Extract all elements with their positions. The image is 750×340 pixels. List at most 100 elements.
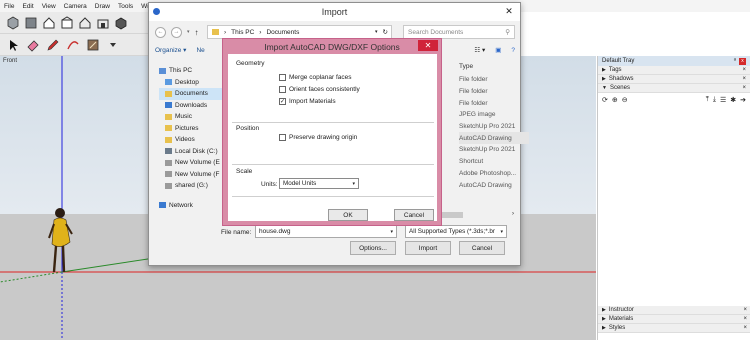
- view-options-icon[interactable]: ☰: [720, 96, 726, 104]
- history-dropdown-icon[interactable]: ▾: [375, 29, 378, 35]
- preview-pane-icon[interactable]: ▣: [495, 46, 501, 54]
- panel-scenes[interactable]: ▼ Scenes ×: [598, 84, 750, 93]
- pencil-icon[interactable]: [46, 38, 60, 52]
- nav-item-pictures[interactable]: Pictures: [159, 123, 231, 135]
- options-close-icon[interactable]: ✕: [418, 40, 438, 51]
- scene-menu-icon[interactable]: ➔: [740, 96, 746, 104]
- file-type-cell[interactable]: Shortcut: [459, 156, 529, 168]
- panel-close-icon[interactable]: ×: [742, 76, 746, 82]
- menu-camera[interactable]: Camera: [64, 3, 87, 10]
- menu-view[interactable]: View: [42, 3, 56, 10]
- remove-scene-icon[interactable]: ⊖: [622, 96, 628, 104]
- nav-item-new-volume-f[interactable]: New Volume (F: [159, 169, 231, 181]
- menu-file[interactable]: File: [4, 3, 14, 10]
- up-arrow-icon[interactable]: ↑: [195, 28, 199, 37]
- top-view-icon[interactable]: [24, 16, 38, 30]
- file-type-cell[interactable]: AutoCAD Drawing: [459, 132, 529, 145]
- panel-tags[interactable]: ▶ Tags ×: [598, 66, 750, 75]
- menu-tools[interactable]: Tools: [118, 3, 133, 10]
- panel-materials[interactable]: ▶ Materials ×: [598, 315, 750, 324]
- view-options-icon[interactable]: ☷ ▾: [474, 46, 485, 54]
- move-down-icon[interactable]: ⤓: [713, 96, 716, 104]
- file-type-cell[interactable]: Adobe Photoshop...: [459, 168, 529, 180]
- eraser-icon[interactable]: [26, 38, 40, 52]
- right-view-icon[interactable]: [60, 15, 74, 30]
- horizontal-scrollbar[interactable]: ›: [439, 211, 514, 219]
- scroll-right-icon[interactable]: ›: [512, 211, 514, 217]
- menu-edit[interactable]: Edit: [22, 3, 33, 10]
- iso-view-icon[interactable]: [6, 16, 20, 30]
- new-folder-button[interactable]: Ne: [196, 47, 204, 54]
- panel-close-icon[interactable]: ×: [743, 316, 747, 322]
- organize-button[interactable]: Organize ▾: [155, 46, 186, 54]
- tray-close-icon[interactable]: x: [739, 57, 746, 65]
- scrollbar-thumb[interactable]: [439, 212, 463, 218]
- panel-close-icon[interactable]: ×: [743, 307, 747, 313]
- nav-item-local-disk[interactable]: Local Disk (C:): [159, 146, 231, 158]
- breadcrumb-documents[interactable]: Documents: [266, 29, 299, 36]
- file-type-cell[interactable]: File folder: [459, 74, 529, 86]
- nav-item-music[interactable]: Music: [159, 111, 231, 123]
- merge-coplanar-checkbox[interactable]: Merge coplanar faces: [279, 74, 352, 81]
- nav-item-videos[interactable]: Videos: [159, 134, 231, 146]
- forward-arrow-icon[interactable]: →: [171, 26, 182, 38]
- move-up-icon[interactable]: ⤒: [706, 96, 709, 104]
- refresh-icon[interactable]: ↻: [383, 28, 388, 36]
- details-icon[interactable]: ✱: [730, 96, 736, 104]
- chevron-down-icon[interactable]: ▾: [390, 229, 393, 235]
- panel-close-icon[interactable]: ×: [743, 325, 747, 331]
- file-name-field[interactable]: house.dwg ▾: [255, 225, 397, 238]
- import-materials-checkbox[interactable]: ✓ Import Materials: [279, 98, 336, 105]
- shape-icon[interactable]: [86, 38, 100, 52]
- nav-item-this-pc[interactable]: This PC: [159, 65, 231, 77]
- panel-close-icon[interactable]: ×: [742, 85, 746, 91]
- options-cancel-button[interactable]: Cancel: [394, 209, 434, 221]
- arc-icon[interactable]: [66, 38, 80, 52]
- panel-close-icon[interactable]: ×: [742, 67, 746, 73]
- panel-shadows[interactable]: ▶ Shadows ×: [598, 75, 750, 84]
- nav-item-documents[interactable]: Documents: [159, 88, 231, 100]
- orient-faces-checkbox[interactable]: Orient faces consistently: [279, 86, 360, 93]
- file-type-cell[interactable]: SketchUp Pro 2021: [459, 144, 529, 156]
- nav-item-network[interactable]: Network: [159, 200, 231, 212]
- import-button[interactable]: Import: [405, 241, 451, 255]
- checkmark-icon[interactable]: ✓: [279, 98, 286, 105]
- units-select[interactable]: Model Units ▾: [279, 178, 359, 189]
- pin-icon[interactable]: ᵃ: [734, 58, 736, 64]
- address-bar[interactable]: › This PC › Documents ▾ ↻: [207, 25, 392, 39]
- import-close-icon[interactable]: ✕: [498, 3, 520, 19]
- nav-item-desktop[interactable]: Desktop: [159, 77, 231, 89]
- import-cancel-button[interactable]: Cancel: [459, 241, 505, 255]
- ok-button[interactable]: OK: [328, 209, 368, 221]
- file-type-cell[interactable]: AutoCAD Drawing: [459, 179, 529, 191]
- file-type-cell[interactable]: File folder: [459, 97, 529, 109]
- panel-instructor[interactable]: ▶ Instructor ×: [598, 306, 750, 315]
- options-button[interactable]: Options...: [350, 241, 396, 255]
- left-view-icon[interactable]: [96, 16, 110, 30]
- file-type-cell[interactable]: File folder: [459, 86, 529, 98]
- help-icon[interactable]: ?: [511, 47, 515, 54]
- dropdown-arrow-icon[interactable]: [106, 38, 120, 52]
- checkbox-box[interactable]: [279, 134, 286, 141]
- nav-item-downloads[interactable]: Downloads: [159, 100, 231, 112]
- preserve-origin-checkbox[interactable]: Preserve drawing origin: [279, 134, 357, 141]
- type-column-header[interactable]: Type: [459, 59, 529, 74]
- front-view-icon[interactable]: [42, 16, 56, 30]
- chevron-down-icon[interactable]: ▾: [187, 29, 190, 35]
- refresh-icon[interactable]: ⟳: [602, 96, 608, 104]
- nav-item-shared-g[interactable]: shared (G:): [159, 180, 231, 192]
- panel-styles[interactable]: ▶ Styles ×: [598, 324, 750, 333]
- component-icon[interactable]: [114, 16, 128, 30]
- add-scene-icon[interactable]: ⊕: [612, 96, 618, 104]
- breadcrumb-this-pc[interactable]: This PC: [231, 29, 254, 36]
- nav-item-new-volume-e[interactable]: New Volume (E: [159, 157, 231, 169]
- search-input[interactable]: Search Documents ⚲: [403, 25, 515, 39]
- file-type-cell[interactable]: SketchUp Pro 2021: [459, 121, 529, 133]
- select-arrow-icon[interactable]: [6, 38, 20, 52]
- checkbox-box[interactable]: [279, 74, 286, 81]
- checkbox-box[interactable]: [279, 86, 286, 93]
- menu-draw[interactable]: Draw: [95, 3, 110, 10]
- back-arrow-icon[interactable]: ←: [155, 26, 166, 38]
- file-type-select[interactable]: All Supported Types (*.3ds;*.br ▾: [405, 225, 507, 238]
- back-view-icon[interactable]: [78, 16, 92, 30]
